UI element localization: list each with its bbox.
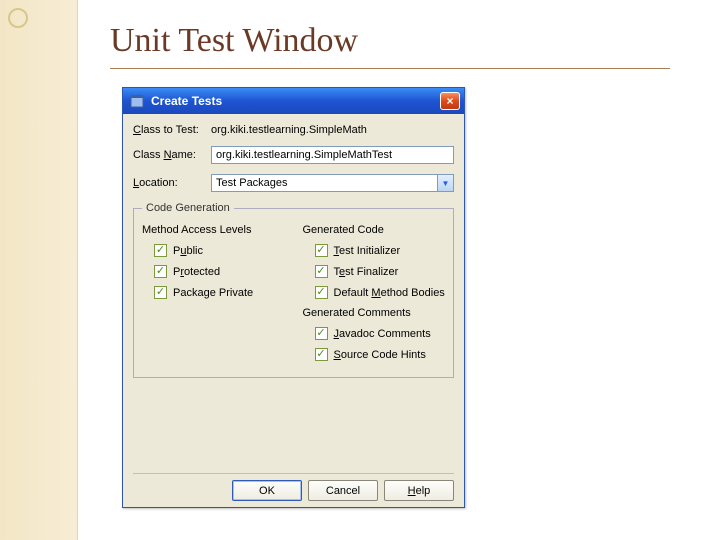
access-levels-column: Method Access Levels ✓ Public ✓ Protecte… — [142, 224, 285, 369]
class-to-test-label: Class to Test: — [133, 124, 211, 136]
location-label: Location: — [133, 177, 211, 189]
class-to-test-row: Class to Test: org.kiki.testlearning.Sim… — [133, 124, 454, 136]
chevron-down-icon: ▼ — [437, 175, 453, 191]
dialog-title: Create Tests — [151, 94, 440, 108]
ring-icon — [8, 8, 28, 28]
test-initializer-checkbox[interactable]: ✓ Test Initializer — [315, 244, 446, 257]
location-row: Location: Test Packages ▼ — [133, 174, 454, 192]
test-finalizer-checkbox[interactable]: ✓ Test Finalizer — [315, 265, 446, 278]
checkbox-icon: ✓ — [315, 327, 328, 340]
create-tests-dialog: Create Tests × Class to Test: org.kiki.t… — [122, 87, 465, 508]
access-levels-header: Method Access Levels — [142, 224, 285, 236]
checkbox-icon: ✓ — [315, 244, 328, 257]
class-name-label: Class Name: — [133, 149, 211, 161]
slide-title-underline — [110, 68, 670, 69]
checkbox-icon: ✓ — [315, 265, 328, 278]
checkbox-icon: ✓ — [315, 348, 328, 361]
location-combo[interactable]: Test Packages ▼ — [211, 174, 454, 192]
dialog-titlebar[interactable]: Create Tests × — [123, 88, 464, 114]
javadoc-comments-checkbox[interactable]: ✓ Javadoc Comments — [315, 327, 446, 340]
slide-decoration — [0, 0, 78, 540]
close-button[interactable]: × — [440, 92, 460, 110]
cancel-button[interactable]: Cancel — [308, 480, 378, 501]
checkbox-icon: ✓ — [154, 265, 167, 278]
location-value: Test Packages — [216, 177, 288, 189]
default-method-bodies-checkbox[interactable]: ✓ Default Method Bodies — [315, 286, 446, 299]
dialog-app-icon — [129, 93, 145, 109]
help-button[interactable]: Help — [384, 480, 454, 501]
checkbox-icon: ✓ — [315, 286, 328, 299]
checkbox-icon: ✓ — [154, 286, 167, 299]
ok-button[interactable]: OK — [232, 480, 302, 501]
slide-title: Unit Test Window — [110, 22, 358, 60]
dialog-button-bar: OK Cancel Help — [133, 473, 454, 501]
dialog-body: Class to Test: org.kiki.testlearning.Sim… — [123, 114, 464, 384]
class-name-input[interactable] — [211, 146, 454, 164]
close-icon: × — [446, 94, 453, 108]
class-name-row: Class Name: — [133, 146, 454, 164]
generated-code-column: Generated Code ✓ Test Initializer ✓ Test… — [303, 224, 446, 369]
code-generation-group: Code Generation Method Access Levels ✓ P… — [133, 202, 454, 378]
source-code-hints-checkbox[interactable]: ✓ Source Code Hints — [315, 348, 446, 361]
generated-comments-header: Generated Comments — [303, 307, 446, 319]
class-to-test-value: org.kiki.testlearning.SimpleMath — [211, 124, 454, 136]
generated-code-header: Generated Code — [303, 224, 446, 236]
public-checkbox[interactable]: ✓ Public — [154, 244, 285, 257]
code-generation-legend: Code Generation — [142, 202, 234, 214]
protected-checkbox[interactable]: ✓ Protected — [154, 265, 285, 278]
package-private-checkbox[interactable]: ✓ Package Private — [154, 286, 285, 299]
checkbox-icon: ✓ — [154, 244, 167, 257]
